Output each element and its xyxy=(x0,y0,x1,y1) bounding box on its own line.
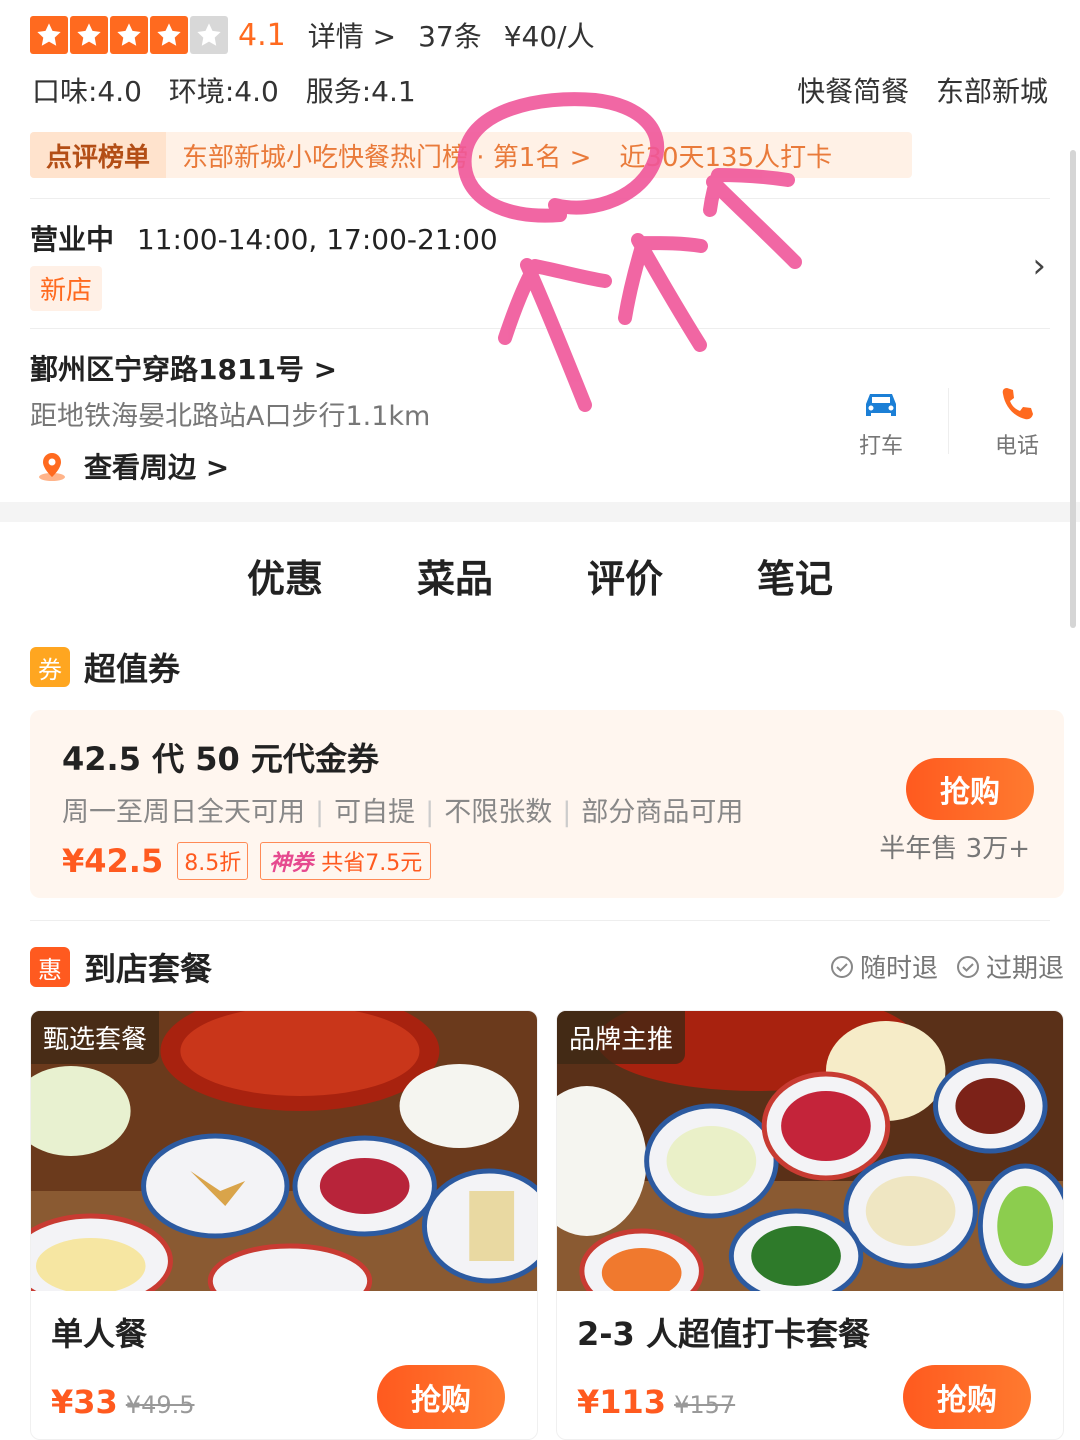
package-badge: 甄选套餐 xyxy=(31,1011,160,1064)
taxi-label: 打车 xyxy=(858,434,903,459)
divider xyxy=(30,920,1050,921)
refund-expired-label: 过期退 xyxy=(985,954,1064,984)
ranking-title: 点评榜单 xyxy=(30,132,167,178)
package-buy-button[interactable]: 抢购 xyxy=(377,1365,505,1429)
package-price: ¥33 xyxy=(51,1383,118,1421)
star-icon xyxy=(70,16,108,54)
discount-tag: 8.5折 xyxy=(177,842,249,880)
voucher-rule: 部分商品可用 xyxy=(581,797,744,828)
divider xyxy=(30,328,1050,329)
open-status: 营业中 xyxy=(30,223,115,256)
tab-dishes[interactable]: 菜品 xyxy=(417,548,493,618)
divider xyxy=(948,388,949,454)
voucher-card[interactable]: 42.5 代 50 元代金券 周一至周日全天可用 | 可自提 | 不限张数 | 部分商品可用… xyxy=(30,710,1064,898)
chevron-right-icon[interactable]: › xyxy=(1032,246,1046,286)
check-circle-icon xyxy=(956,955,979,978)
voucher-title: 42.5 代 50 元代金券 xyxy=(62,740,379,778)
phone-button[interactable]: 电话 xyxy=(972,384,1062,460)
deal-icon: 惠 xyxy=(30,947,70,987)
package-badge: 品牌主推 xyxy=(557,1011,686,1064)
subway-distance: 距地铁海晏北路站A口步行1.1km xyxy=(30,401,431,432)
voucher-rule: 不限张数 xyxy=(444,797,553,828)
package-name: 2-3 人超值打卡套餐 xyxy=(577,1315,870,1353)
star-icon xyxy=(150,16,188,54)
location-pin-icon xyxy=(39,453,65,481)
voucher-rule: 周一至周日全天可用 xyxy=(62,797,305,828)
voucher-sold-count: 半年售 3万+ xyxy=(879,834,1030,864)
rating-row: 4.1 详情 > 37条 ¥40/人 xyxy=(30,14,595,56)
sub-scores-row: 口味:4.0 环境:4.0 服务:4.1 快餐简餐 东部新城 xyxy=(32,70,1048,110)
content-tabs: 优惠 菜品 评价 笔记 xyxy=(0,548,1080,618)
scrollbar[interactable] xyxy=(1070,150,1076,628)
price-per-person: ¥40/人 xyxy=(503,20,595,53)
taste-score: 口味:4.0 xyxy=(32,75,142,108)
saving-label: 共省7.5元 xyxy=(321,851,423,876)
package-section-header: 惠 到店套餐 xyxy=(30,944,212,990)
category-label: 快餐简餐 xyxy=(797,75,910,108)
service-score: 服务:4.1 xyxy=(305,75,416,108)
voucher-price-row: ¥42.5 8.5折 神券 共省7.5元 xyxy=(62,842,432,880)
phone-icon xyxy=(1002,388,1033,420)
shop-detail-page: 4.1 详情 > 37条 ¥40/人 口味:4.0 环境:4.0 服务:4.1 … xyxy=(0,0,1080,1440)
area-label: 东部新城 xyxy=(935,75,1048,108)
refund-anytime-label: 随时退 xyxy=(859,954,938,984)
divider xyxy=(30,198,1050,199)
view-nearby-label: 查看周边 > xyxy=(84,451,230,484)
super-coupon-label: 神券 xyxy=(269,851,314,876)
view-nearby-link[interactable]: 查看周边 > xyxy=(36,446,229,486)
star-empty-icon xyxy=(190,16,228,54)
voucher-price: ¥42.5 xyxy=(62,842,164,880)
package-prices: ¥33 ¥49.5 xyxy=(51,1383,195,1421)
package-original-price: ¥49.5 xyxy=(125,1391,195,1419)
package-price: ¥113 xyxy=(577,1383,667,1421)
tab-deals[interactable]: 优惠 xyxy=(242,548,328,618)
car-icon xyxy=(866,394,896,416)
package-card[interactable]: 品牌主推 2-3 人超值打卡套餐 ¥113 ¥157 抢购 xyxy=(556,1010,1064,1440)
voucher-rules: 周一至周日全天可用 | 可自提 | 不限张数 | 部分商品可用 xyxy=(62,797,744,828)
star-icon xyxy=(30,16,68,54)
phone-label: 电话 xyxy=(994,434,1039,459)
refund-expired: 过期退 xyxy=(956,948,1064,985)
new-store-tag: 新店 xyxy=(30,266,103,311)
ranking-banner[interactable]: 点评榜单 东部新城小吃快餐热门榜 · 第1名 > 近30天135人打卡 xyxy=(30,132,912,178)
super-coupon-tag: 神券 共省7.5元 xyxy=(260,842,432,880)
package-section-title: 到店套餐 xyxy=(84,950,213,988)
details-link[interactable]: 详情 > xyxy=(308,15,396,55)
tab-reviews[interactable]: 评价 xyxy=(587,548,663,618)
package-original-price: ¥157 xyxy=(674,1391,736,1419)
package-buy-button[interactable]: 抢购 xyxy=(903,1365,1031,1429)
package-prices: ¥113 ¥157 xyxy=(577,1383,735,1421)
check-circle-icon xyxy=(830,955,853,978)
coupon-section-header: 券 超值券 xyxy=(30,644,180,690)
refund-policy: 随时退 过期退 xyxy=(830,948,1064,985)
coupon-icon: 券 xyxy=(30,647,70,687)
voucher-buy-button[interactable]: 抢购 xyxy=(906,758,1034,820)
hours-time: 11:00-14:00, 17:00-21:00 xyxy=(136,223,498,256)
review-count[interactable]: 37条 xyxy=(418,15,482,55)
refund-anytime: 随时退 xyxy=(830,948,938,985)
taxi-button[interactable]: 打车 xyxy=(836,384,926,460)
rating-score: 4.1 xyxy=(238,17,286,53)
package-card[interactable]: 甄选套餐 单人餐 ¥33 ¥49.5 抢购 xyxy=(30,1010,538,1440)
star-icon xyxy=(110,16,148,54)
voucher-rule: 可自提 xyxy=(334,797,416,828)
ranking-text: 东部新城小吃快餐热门榜 · 第1名 > xyxy=(182,142,592,173)
package-name: 单人餐 xyxy=(51,1315,148,1353)
tab-notes[interactable]: 笔记 xyxy=(757,548,833,618)
checkin-count: 近30天135人打卡 xyxy=(619,142,833,173)
coupon-section-title: 超值券 xyxy=(84,650,181,688)
address-link[interactable]: 鄞州区宁穿路1811号 > xyxy=(30,348,337,388)
business-hours[interactable]: 营业中 11:00-14:00, 17:00-21:00 xyxy=(30,218,498,258)
environment-score: 环境:4.0 xyxy=(168,75,279,108)
section-gap xyxy=(0,502,1080,522)
star-rating xyxy=(30,16,228,54)
